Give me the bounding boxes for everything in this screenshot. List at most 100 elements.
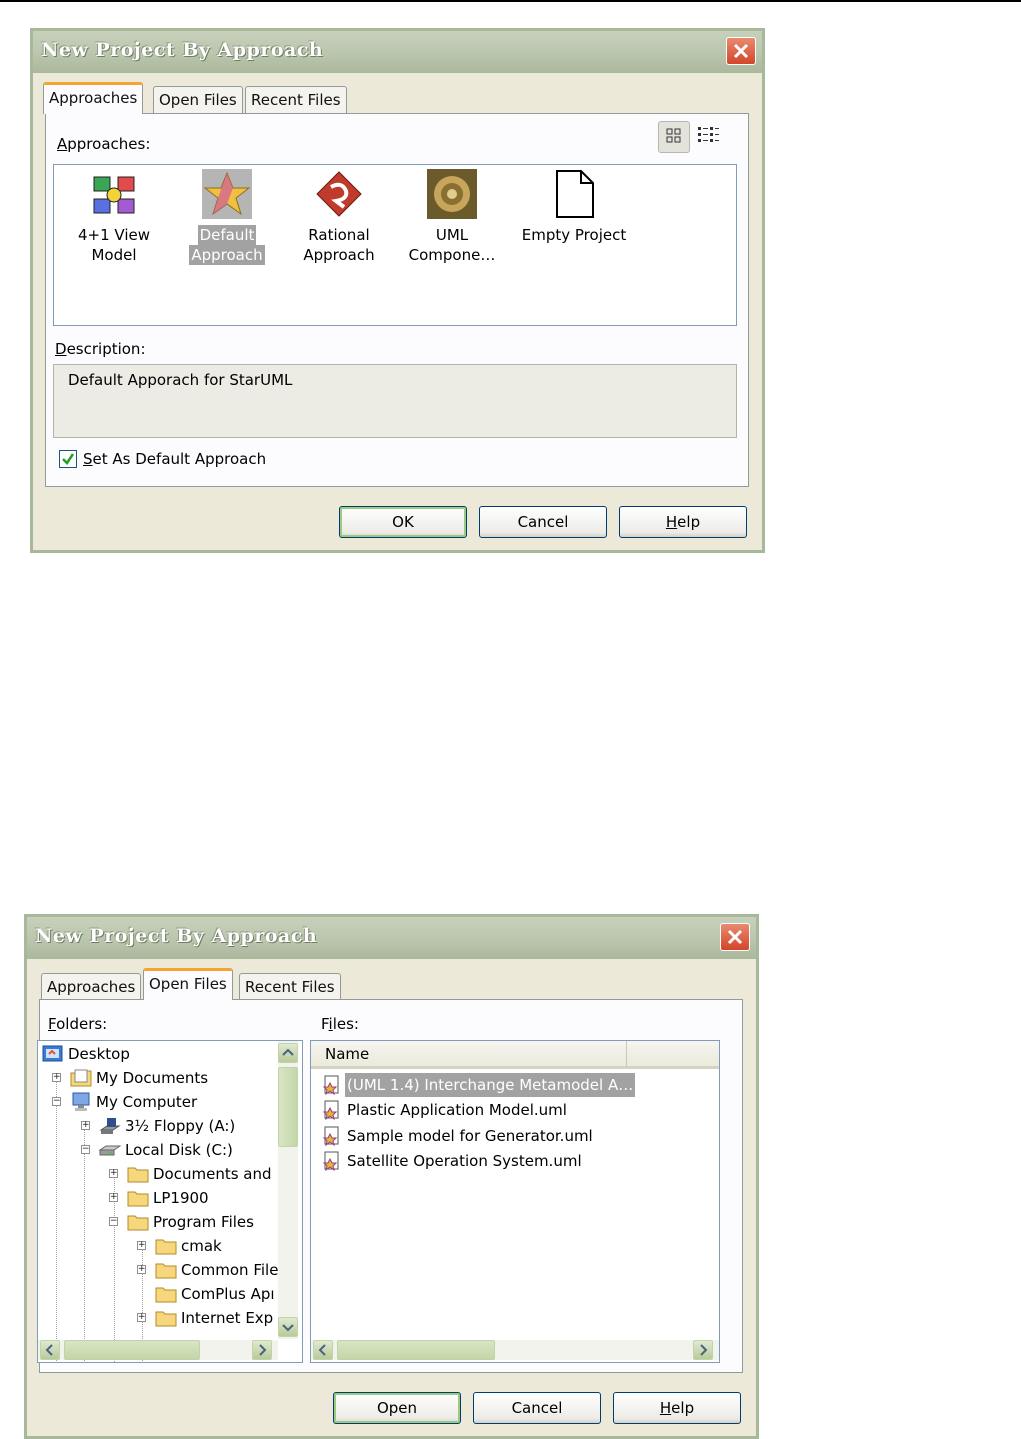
tree-item-label: Internet Exp <box>181 1309 274 1327</box>
collapse-icon[interactable]: − <box>81 1145 90 1154</box>
close-button[interactable] <box>720 923 750 951</box>
column-header-name[interactable]: Name <box>311 1041 627 1069</box>
folder-icon <box>155 1311 177 1327</box>
new-project-dialog-open-files: New Project By Approach Approaches Open … <box>24 914 759 1439</box>
close-icon <box>727 929 743 945</box>
tab-open-files[interactable]: Open Files <box>143 968 233 1000</box>
list-view-icon <box>698 127 719 142</box>
approach-label: Rational Approach <box>284 225 394 265</box>
tab-open-files[interactable]: Open Files <box>153 86 243 114</box>
approach-label-line1: 4+1 View <box>77 226 151 244</box>
page-top-rule <box>0 0 1021 2</box>
tree-item-label: My Computer <box>96 1093 198 1111</box>
approach-label-line2: Approach <box>303 246 375 264</box>
expand-icon[interactable]: + <box>109 1169 118 1178</box>
close-button[interactable] <box>726 37 756 65</box>
star-icon <box>202 169 252 219</box>
scroll-thumb[interactable] <box>64 1340 200 1360</box>
folder-tree-horizontal-scrollbar[interactable] <box>38 1340 278 1360</box>
help-button[interactable]: Help <box>619 506 747 538</box>
scroll-right-arrow-icon[interactable] <box>252 1340 272 1360</box>
approach-default-approach[interactable]: Default Approach <box>172 165 282 275</box>
approach-empty-project[interactable]: Empty Project <box>509 165 639 275</box>
four-plus-one-icon <box>93 176 135 214</box>
description-text: Default Apporach for StarUML <box>68 371 293 389</box>
approaches-list[interactable]: 4+1 View Model Default Approach Rational Ap… <box>53 164 737 326</box>
dialog-title: New Project By Approach <box>41 39 324 61</box>
tab-approaches[interactable]: Approaches <box>41 973 142 1001</box>
tab-recent-files[interactable]: Recent Files <box>245 86 347 114</box>
scroll-left-arrow-icon[interactable] <box>40 1340 60 1360</box>
checkmark-icon <box>62 453 75 465</box>
file-name: Sample model for Generator.uml <box>347 1127 593 1145</box>
expand-icon[interactable]: + <box>137 1313 146 1322</box>
files-label-text: les: <box>332 1015 359 1033</box>
approach-label: 4+1 View Model <box>59 225 169 265</box>
description-label-text: escription: <box>66 340 146 358</box>
expand-icon[interactable]: + <box>137 1265 146 1274</box>
approaches-label-text: pproaches: <box>67 135 151 153</box>
set-default-label[interactable]: Set As Default Approach <box>83 450 266 468</box>
desktop-icon <box>42 1045 63 1062</box>
open-button[interactable]: Open <box>333 1392 461 1424</box>
tree-item-label: LP1900 <box>153 1189 209 1207</box>
tree-item-label: Documents and <box>153 1165 272 1183</box>
set-default-checkbox[interactable] <box>59 450 77 468</box>
tree-item-label: My Documents <box>96 1069 209 1087</box>
approach-label-line2: Approach <box>189 245 265 265</box>
approach-uml-components[interactable]: UML Compone… <box>397 165 507 275</box>
folder-icon <box>127 1215 149 1231</box>
column-header-empty <box>627 1041 719 1069</box>
large-icons-icon <box>666 128 681 143</box>
expand-icon[interactable]: + <box>81 1121 90 1130</box>
tree-item-label: Common File <box>181 1261 279 1279</box>
approach-rational-approach[interactable]: Rational Approach <box>284 165 394 275</box>
cancel-button[interactable]: Cancel <box>473 1392 601 1424</box>
folder-tree[interactable]: Desktop + My Documents − My Computer + 3… <box>37 1040 303 1363</box>
help-button[interactable]: Help <box>613 1392 741 1424</box>
files-list[interactable]: Name (UML 1.4) Interchange Metamodel A… … <box>310 1040 720 1363</box>
expand-icon[interactable]: + <box>137 1241 146 1250</box>
list-view-button[interactable] <box>692 121 724 153</box>
blank-document-icon <box>556 170 594 218</box>
scroll-up-arrow-icon[interactable] <box>278 1043 298 1063</box>
scroll-down-arrow-icon[interactable] <box>278 1317 298 1337</box>
expand-icon[interactable]: + <box>109 1193 118 1202</box>
ok-button[interactable]: OK <box>339 506 467 538</box>
description-box: Default Apporach for StarUML <box>53 364 737 438</box>
folder-icon <box>155 1263 177 1279</box>
expand-icon[interactable]: + <box>52 1073 61 1082</box>
collapse-icon[interactable]: − <box>52 1097 61 1106</box>
scroll-thumb[interactable] <box>278 1067 298 1147</box>
files-horizontal-scrollbar[interactable] <box>311 1340 719 1360</box>
folders-label-text: olders: <box>56 1015 108 1033</box>
close-icon <box>733 43 749 59</box>
tab-recent-files[interactable]: Recent Files <box>239 973 341 1001</box>
approach-label-line1: UML <box>435 226 469 244</box>
set-default-label-text: et As Default Approach <box>92 450 267 468</box>
staruml-file-icon <box>322 1151 339 1171</box>
tree-item-label: Program Files <box>153 1213 254 1231</box>
new-project-dialog-approaches: New Project By Approach Approaches Open … <box>30 28 765 553</box>
collapse-icon[interactable]: − <box>109 1217 118 1226</box>
cancel-button[interactable]: Cancel <box>479 506 607 538</box>
approach-label: UML Compone… <box>397 225 507 265</box>
scroll-thumb[interactable] <box>337 1340 495 1360</box>
rational-icon <box>316 171 362 217</box>
tree-line <box>56 1075 57 1362</box>
my-computer-icon <box>72 1092 90 1111</box>
approach-4plus1-view-model[interactable]: 4+1 View Model <box>59 165 169 275</box>
title-bar[interactable]: New Project By Approach <box>33 31 762 73</box>
approaches-label: Approaches: <box>57 135 151 153</box>
title-bar[interactable]: New Project By Approach <box>27 917 756 959</box>
staruml-file-icon <box>322 1075 339 1095</box>
approach-label-line2: Compone… <box>408 246 496 264</box>
folder-tree-vertical-scrollbar[interactable] <box>278 1041 298 1339</box>
scroll-left-arrow-icon[interactable] <box>313 1340 333 1360</box>
large-icons-view-button[interactable] <box>658 121 690 153</box>
tree-item-label: cmak <box>181 1237 222 1255</box>
tree-line <box>84 1123 85 1362</box>
scroll-right-arrow-icon[interactable] <box>693 1340 713 1360</box>
tab-approaches[interactable]: Approaches <box>43 82 144 114</box>
approach-label: Default Approach <box>172 225 282 265</box>
